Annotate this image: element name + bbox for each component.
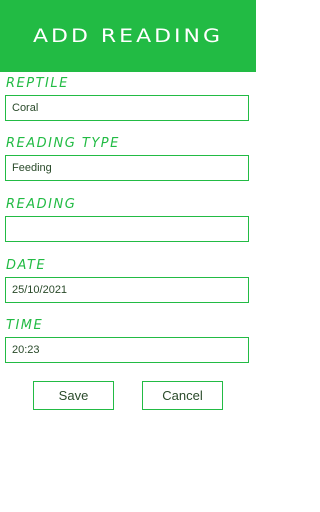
reading-label: Reading: [6, 197, 77, 212]
date-field[interactable]: 25/10/2021: [5, 277, 249, 303]
reading-type-value: Feeding: [12, 162, 52, 174]
save-button[interactable]: Save: [33, 381, 114, 410]
cancel-button[interactable]: Cancel: [142, 381, 223, 410]
date-label: Date: [6, 258, 47, 273]
reading-type-field[interactable]: Feeding: [5, 155, 249, 181]
time-value: 20:23: [12, 344, 40, 356]
reading-field[interactable]: [5, 216, 249, 242]
page-title: Add Reading: [32, 25, 224, 47]
time-label: Time: [6, 318, 44, 333]
time-field[interactable]: 20:23: [5, 337, 249, 363]
reptile-value: Coral: [12, 102, 39, 114]
date-value: 25/10/2021: [12, 284, 68, 296]
app-header: Add Reading: [0, 0, 256, 72]
reptile-label: Reptile: [6, 76, 69, 91]
reading-type-label: Reading Type: [6, 136, 120, 151]
reptile-field[interactable]: Coral: [5, 95, 249, 121]
